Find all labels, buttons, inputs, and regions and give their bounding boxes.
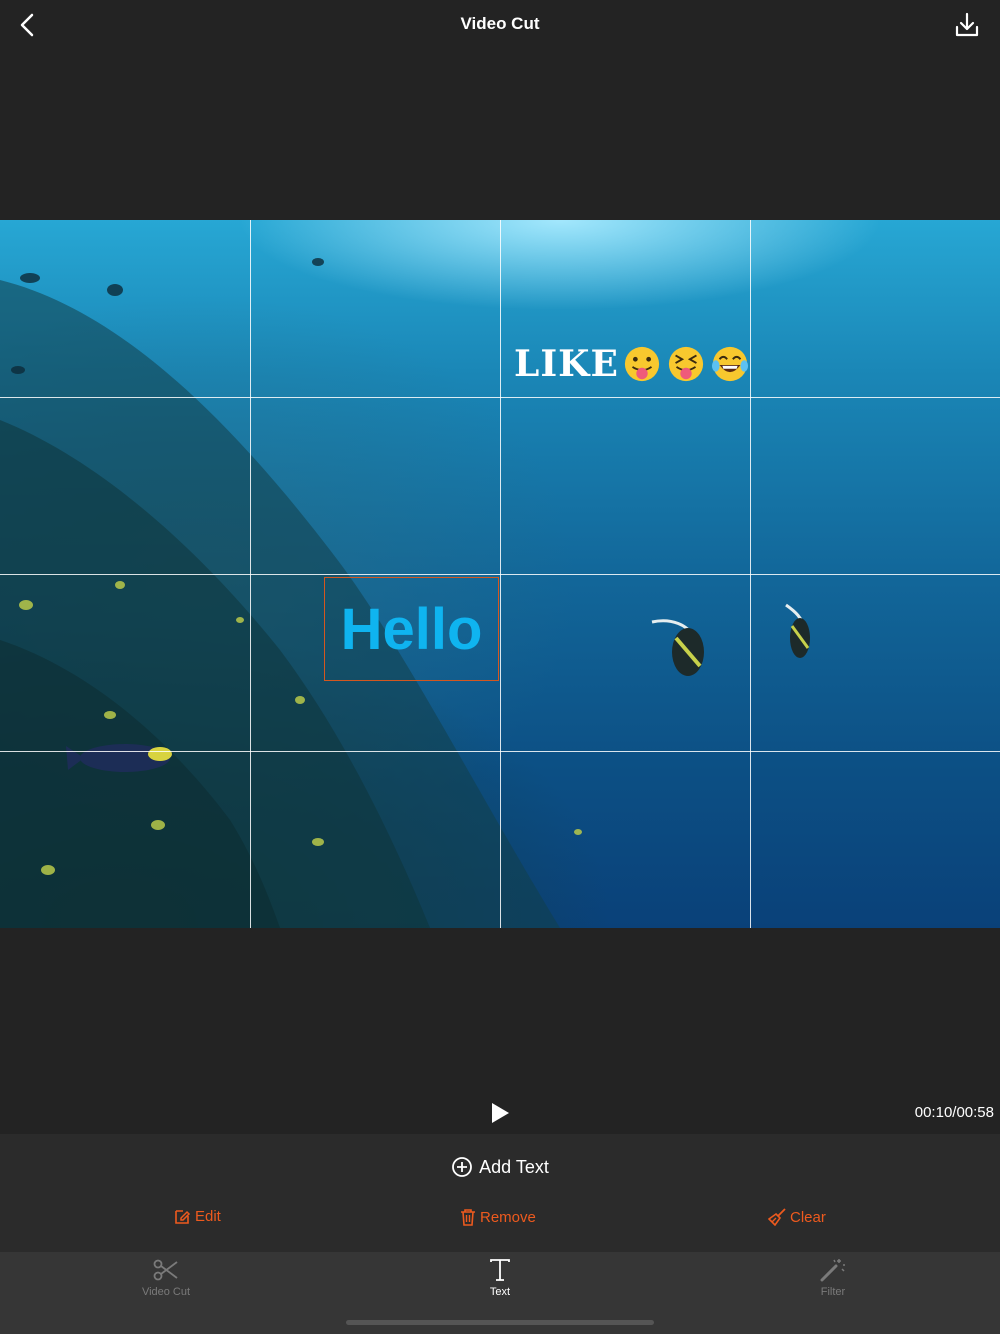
plus-circle-icon bbox=[452, 1157, 473, 1177]
edit-label: Edit bbox=[195, 1208, 221, 1225]
scissors-icon bbox=[153, 1259, 178, 1281]
play-icon bbox=[492, 1103, 509, 1123]
grid-line bbox=[0, 751, 1000, 752]
remove-button[interactable]: Remove bbox=[460, 1208, 536, 1226]
grid-line bbox=[0, 574, 1000, 575]
edit-button[interactable]: Edit bbox=[174, 1208, 221, 1225]
clear-label: Clear bbox=[790, 1208, 826, 1226]
tab-label: Text bbox=[489, 1286, 511, 1298]
download-button[interactable] bbox=[950, 8, 984, 42]
video-preview[interactable]: LIKE Hello bbox=[0, 220, 1000, 928]
tab-label: Video Cut bbox=[141, 1286, 191, 1298]
edit-icon bbox=[175, 1210, 191, 1224]
remove-label: Remove bbox=[480, 1208, 536, 1226]
grid-line bbox=[0, 397, 1000, 398]
tongue-out-emoji-icon bbox=[624, 346, 659, 382]
clear-button[interactable]: Clear bbox=[768, 1208, 826, 1226]
play-button[interactable] bbox=[484, 1096, 516, 1130]
tab-video-cut[interactable]: Video Cut bbox=[106, 1258, 226, 1298]
home-indicator bbox=[346, 1320, 654, 1325]
page-title: Video Cut bbox=[460, 14, 540, 33]
text-sticker-like[interactable]: LIKE bbox=[514, 342, 749, 386]
tears-of-joy-emoji-icon bbox=[711, 346, 748, 382]
text-panel: Add Text Edit Remove Clear bbox=[0, 1134, 1000, 1252]
emoji-row bbox=[623, 345, 749, 383]
download-icon bbox=[955, 12, 979, 37]
add-text-button[interactable]: Add Text bbox=[0, 1156, 1000, 1178]
text-icon bbox=[490, 1259, 510, 1281]
header: Video Cut bbox=[0, 0, 1000, 50]
tab-filter[interactable]: Filter bbox=[773, 1258, 893, 1298]
add-text-label: Add Text bbox=[479, 1156, 549, 1177]
tab-text[interactable]: Text bbox=[440, 1258, 560, 1298]
broom-icon bbox=[768, 1208, 786, 1226]
timecode: 00:10/00:58 bbox=[914, 1104, 994, 1121]
magic-wand-icon bbox=[820, 1259, 845, 1282]
overlay-text: Hello bbox=[340, 596, 483, 662]
text-overlay-hello[interactable]: Hello bbox=[324, 577, 499, 681]
tab-label: Filter bbox=[820, 1286, 846, 1298]
sticker-text: LIKE bbox=[514, 343, 619, 385]
app-root: Video Cut LIKE Hello 00:10/00:58 Add Tex… bbox=[0, 0, 1000, 1334]
trash-icon bbox=[461, 1209, 475, 1226]
squinting-tongue-emoji-icon bbox=[668, 346, 703, 382]
